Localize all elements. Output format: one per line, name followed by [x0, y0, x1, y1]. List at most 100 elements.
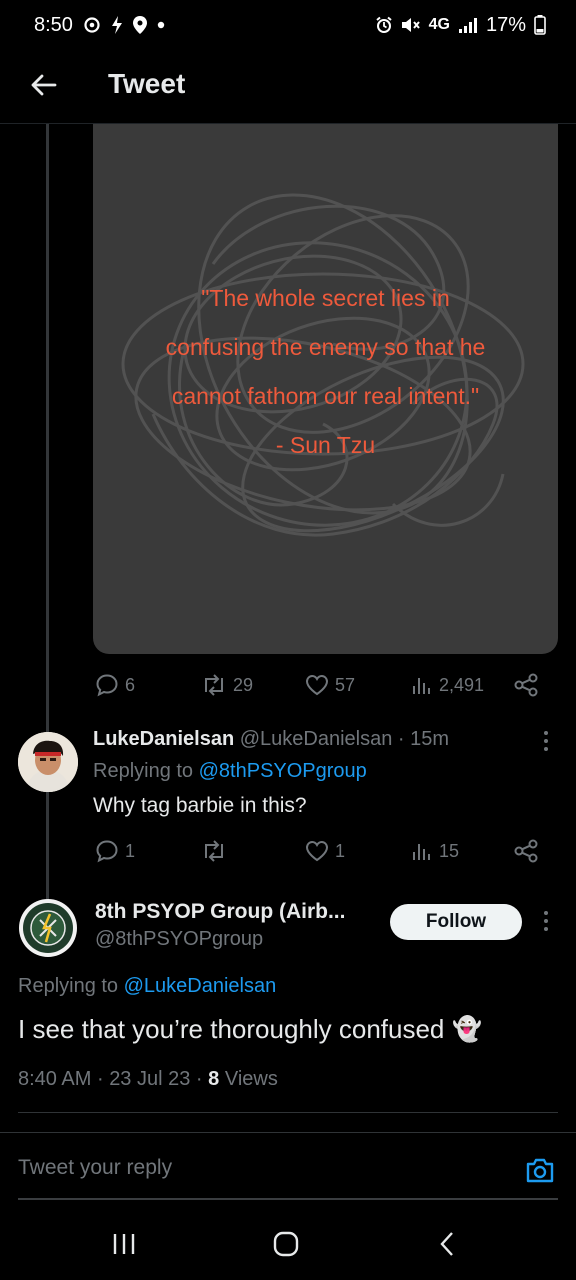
separator-dot: ·	[96, 1068, 104, 1090]
reply-count: 1	[125, 840, 136, 861]
reply-input-underline	[18, 1198, 558, 1200]
replying-mention[interactable]: @LukeDanielsan	[124, 975, 277, 997]
main-tweet-body: I see that you’re thoroughly confused	[18, 1014, 445, 1044]
reply-more-button[interactable]	[536, 726, 556, 756]
location-icon	[132, 16, 147, 34]
retweet-button[interactable]	[201, 840, 233, 862]
views-count: 15	[439, 840, 460, 861]
signal-icon	[458, 17, 478, 33]
separator-dot: ·	[195, 1068, 203, 1090]
battery-percent: 17%	[485, 13, 526, 36]
views-label[interactable]: Views	[225, 1068, 278, 1090]
like-count: 57	[335, 674, 356, 695]
retweet-icon	[205, 674, 223, 696]
comment-icon	[96, 674, 118, 697]
retweet-icon	[205, 840, 223, 862]
reply-tweet-header: LukeDanielsan @LukeDanielsan · 15m	[93, 728, 449, 751]
retweet-count: 29	[233, 674, 254, 695]
share-button[interactable]	[513, 839, 539, 863]
tweet-meta: 8:40 AM · 23 Jul 23 · 8 Views	[18, 1068, 278, 1091]
parent-tweet-actions: 6 29 57 2,491	[93, 670, 558, 700]
retweet-button[interactable]: 29	[201, 674, 253, 696]
analytics-icon	[413, 678, 430, 694]
main-more-button[interactable]	[536, 906, 556, 936]
reply-author-handle[interactable]: @LukeDanielsan	[240, 728, 393, 750]
replying-label: Replying to	[93, 760, 194, 782]
status-bar: 8:50 4G 17%	[0, 0, 576, 50]
recents-icon	[113, 1234, 135, 1254]
replying-mention[interactable]: @8thPSYOPgroup	[199, 760, 367, 782]
notification-dot-icon	[157, 21, 165, 29]
tweet-image[interactable]: "The whole secret lies in confusing the …	[93, 124, 558, 654]
arrow-left-icon	[31, 74, 57, 96]
back-button[interactable]	[26, 68, 60, 102]
reply-input[interactable]	[18, 1156, 498, 1180]
quote-line-2: confusing the enemy so that he	[165, 334, 486, 360]
main-replying-to: Replying to @LukeDanielsan	[18, 975, 276, 998]
follow-button[interactable]: Follow	[390, 904, 522, 940]
more-dot-icon	[544, 747, 548, 751]
reply-button[interactable]: 6	[95, 673, 135, 697]
alarm-icon	[375, 16, 393, 34]
home-button[interactable]	[264, 1226, 308, 1262]
network-type: 4G	[428, 16, 450, 33]
system-navigation-bar	[0, 1204, 576, 1280]
like-button[interactable]: 57	[305, 674, 355, 696]
add-photo-button[interactable]	[522, 1152, 558, 1188]
heart-icon	[305, 674, 329, 696]
share-icon	[514, 673, 538, 697]
share-icon	[514, 839, 538, 863]
more-dot-icon	[544, 739, 548, 743]
reply-count: 6	[125, 674, 136, 695]
reply-tweet-text: Why tag barbie in this?	[93, 794, 307, 817]
views-button[interactable]: 15	[411, 840, 459, 862]
views-count: 2,491	[439, 674, 485, 695]
battery-icon	[534, 15, 546, 35]
threads-icon	[83, 16, 101, 34]
more-dot-icon	[544, 911, 548, 915]
separator-dot: ·	[397, 728, 405, 750]
reply-time: 15m	[410, 728, 450, 750]
reply-replying-to: Replying to @8thPSYOPgroup	[93, 760, 367, 783]
reply-author-name[interactable]: LukeDanielsan	[93, 728, 234, 750]
more-dot-icon	[544, 919, 548, 923]
flash-icon	[111, 16, 123, 34]
ghost-emoji: 👻	[452, 1016, 483, 1043]
top-app-bar: Tweet	[0, 50, 576, 124]
main-tweet-text: I see that you’re thoroughly confused 👻	[18, 1014, 482, 1045]
comment-icon	[96, 840, 118, 863]
quote-text: "The whole secret lies in confusing the …	[103, 274, 548, 470]
main-author-handle[interactable]: @8thPSYOPgroup	[95, 928, 263, 951]
main-author-name[interactable]: 8th PSYOP Group (Airb...	[95, 900, 345, 924]
avatar[interactable]	[18, 732, 78, 792]
mute-icon	[401, 16, 421, 34]
profile-photo-luke	[18, 732, 78, 792]
reply-tweet-actions: 1 1 15	[93, 836, 558, 866]
like-count: 1	[335, 840, 346, 861]
like-button[interactable]: 1	[305, 840, 345, 862]
views-button[interactable]: 2,491	[411, 674, 484, 696]
status-time: 8:50	[34, 13, 73, 36]
share-button[interactable]	[513, 673, 539, 697]
reply-button[interactable]: 1	[95, 839, 135, 863]
quote-line-1: "The whole secret lies in	[201, 285, 450, 311]
views-count: 8	[208, 1068, 220, 1090]
more-dot-icon	[544, 927, 548, 931]
avatar[interactable]	[18, 898, 78, 958]
home-icon	[273, 1231, 299, 1257]
unit-insignia-logo	[19, 899, 77, 957]
recent-apps-button[interactable]	[102, 1226, 146, 1262]
camera-icon	[526, 1158, 554, 1183]
divider	[0, 1132, 576, 1133]
quote-author: - Sun Tzu	[275, 432, 376, 458]
chevron-left-icon	[440, 1232, 453, 1256]
divider	[18, 1112, 558, 1113]
page-title: Tweet	[108, 68, 186, 99]
tweet-date: 23 Jul 23	[109, 1068, 191, 1090]
analytics-icon	[413, 844, 430, 860]
replying-label: Replying to	[18, 975, 119, 997]
quote-line-3: cannot fathom our real intent."	[171, 383, 480, 409]
more-dot-icon	[544, 731, 548, 735]
system-back-button[interactable]	[426, 1226, 470, 1262]
heart-icon	[305, 840, 329, 862]
